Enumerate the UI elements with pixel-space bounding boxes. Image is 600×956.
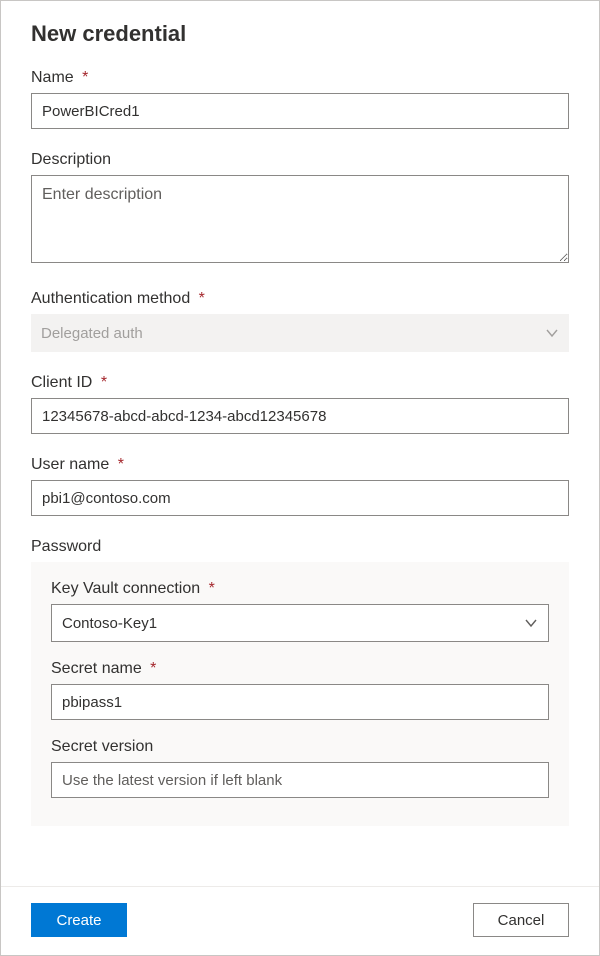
client-id-label-text: Client ID — [31, 374, 92, 391]
description-label: Description — [31, 151, 569, 169]
key-vault-label-text: Key Vault connection — [51, 580, 200, 597]
secret-name-label: Secret name * — [51, 660, 549, 678]
user-name-label-text: User name — [31, 456, 109, 473]
auth-method-value: Delegated auth — [41, 325, 143, 342]
secret-name-label-text: Secret name — [51, 660, 142, 677]
name-field: Name * — [31, 69, 569, 129]
chevron-down-icon — [524, 616, 538, 630]
key-vault-select[interactable]: Contoso-Key1 — [51, 604, 549, 642]
required-marker: * — [150, 660, 156, 677]
password-section: Key Vault connection * Contoso-Key1 Secr… — [31, 562, 569, 826]
required-marker: * — [199, 290, 205, 307]
required-marker: * — [209, 580, 215, 597]
page-title: New credential — [31, 21, 569, 47]
secret-version-input[interactable] — [51, 762, 549, 798]
client-id-input[interactable] — [31, 398, 569, 434]
create-button[interactable]: Create — [31, 903, 127, 937]
secret-version-field: Secret version — [51, 738, 549, 798]
description-label-text: Description — [31, 151, 111, 168]
password-label: Password — [31, 538, 569, 556]
secret-name-field: Secret name * — [51, 660, 549, 720]
required-marker: * — [82, 69, 88, 86]
password-label-text: Password — [31, 538, 101, 555]
auth-method-select: Delegated auth — [31, 314, 569, 352]
key-vault-label: Key Vault connection * — [51, 580, 549, 598]
client-id-label: Client ID * — [31, 374, 569, 392]
form-content: New credential Name * Description Authen… — [1, 1, 599, 886]
footer: Create Cancel — [1, 886, 599, 955]
name-label-text: Name — [31, 69, 74, 86]
auth-method-label-text: Authentication method — [31, 290, 190, 307]
chevron-down-icon — [545, 326, 559, 340]
user-name-input[interactable] — [31, 480, 569, 516]
cancel-button[interactable]: Cancel — [473, 903, 569, 937]
user-name-label: User name * — [31, 456, 569, 474]
required-marker: * — [118, 456, 124, 473]
description-input[interactable] — [31, 175, 569, 263]
required-marker: * — [101, 374, 107, 391]
user-name-field: User name * — [31, 456, 569, 516]
name-label: Name * — [31, 69, 569, 87]
client-id-field: Client ID * — [31, 374, 569, 434]
secret-version-label-text: Secret version — [51, 738, 153, 755]
auth-method-label: Authentication method * — [31, 290, 569, 308]
secret-name-input[interactable] — [51, 684, 549, 720]
password-field: Password Key Vault connection * Contoso-… — [31, 538, 569, 826]
key-vault-value: Contoso-Key1 — [62, 615, 157, 632]
name-input[interactable] — [31, 93, 569, 129]
auth-method-field: Authentication method * Delegated auth — [31, 290, 569, 352]
description-field: Description — [31, 151, 569, 268]
secret-version-label: Secret version — [51, 738, 549, 756]
key-vault-field: Key Vault connection * Contoso-Key1 — [51, 580, 549, 642]
